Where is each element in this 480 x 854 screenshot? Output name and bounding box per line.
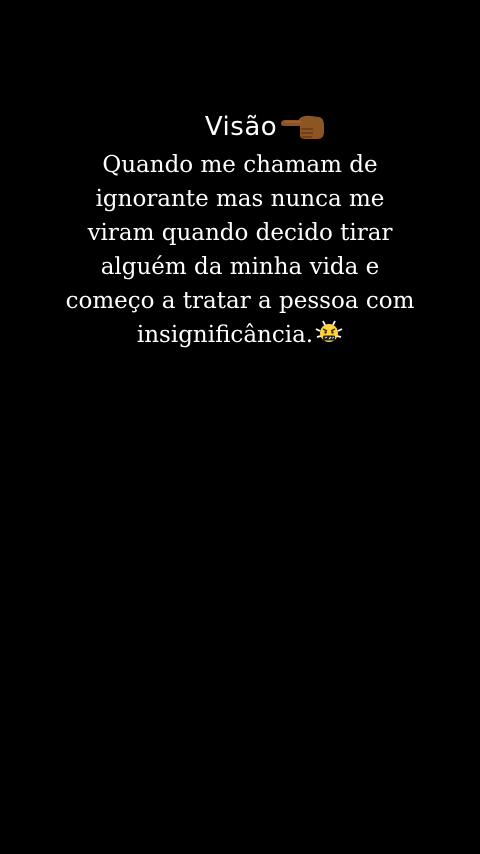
heading: Visão <box>0 112 480 142</box>
heading-label: Visão <box>204 112 278 142</box>
angry-face-with-symbols-icon <box>315 320 343 342</box>
message-line: insignificância. <box>136 322 314 348</box>
message-line: alguém da minha vida e <box>100 254 380 280</box>
message-last-line: insignificância. <box>50 318 430 352</box>
message-line: ignorante mas nunca me <box>95 186 385 212</box>
backhand-index-pointing-left-icon <box>281 115 325 139</box>
message-line: viram quando decido tirar <box>87 220 393 246</box>
message-text: Quando me chamam de ignorante mas nunca … <box>50 148 430 352</box>
message-line: começo a tratar a pessoa com <box>65 288 415 314</box>
message-line: Quando me chamam de <box>102 152 378 178</box>
story-screen: Visão Quando me chamam de ignorante mas … <box>0 0 480 854</box>
